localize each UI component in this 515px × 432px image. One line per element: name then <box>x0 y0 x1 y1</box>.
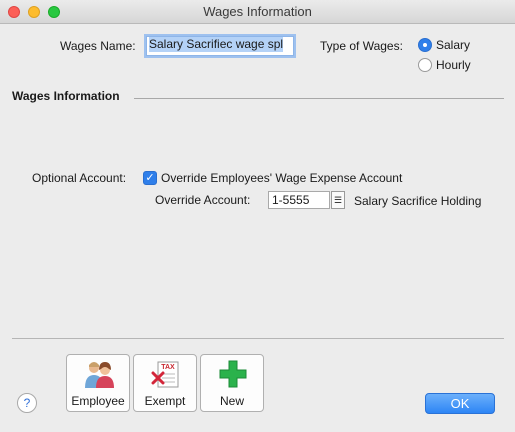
section-heading: Wages Information <box>12 89 120 103</box>
hourly-radio-label[interactable]: Hourly <box>436 58 471 72</box>
wages-name-value: Salary Sacrifiec wage spl <box>149 37 284 52</box>
type-of-wages-label: Type of Wages: <box>320 39 403 53</box>
window-title: Wages Information <box>203 4 312 19</box>
hourly-radio[interactable] <box>418 58 432 72</box>
salary-radio[interactable] <box>418 38 432 52</box>
title-bar: Wages Information <box>0 0 515 24</box>
salary-radio-label[interactable]: Salary <box>436 38 470 52</box>
override-checkbox[interactable]: ✓ <box>143 171 157 185</box>
employee-button[interactable]: Employee <box>66 354 130 412</box>
help-button[interactable]: ? <box>17 393 37 413</box>
optional-account-label: Optional Account: <box>32 171 127 185</box>
exempt-button-label: Exempt <box>144 394 186 408</box>
exempt-button[interactable]: TAX Exempt <box>133 354 197 412</box>
employees-icon <box>85 362 114 388</box>
bottom-divider <box>12 338 504 339</box>
tax-exempt-icon: TAX <box>151 361 179 388</box>
employee-button-label: Employee <box>71 394 125 408</box>
section-divider <box>134 98 504 99</box>
override-account-input[interactable]: 1-5555 <box>268 191 330 209</box>
account-lookup-button[interactable]: ☰ <box>331 191 345 209</box>
list-lookup-icon: ☰ <box>333 195 343 205</box>
override-checkbox-label[interactable]: Override Employees' Wage Expense Account <box>161 171 402 185</box>
wages-name-input[interactable]: Salary Sacrifiec wage spl <box>146 36 294 56</box>
account-name-text: Salary Sacrifice Holding <box>354 194 482 208</box>
plus-icon <box>219 360 247 388</box>
wages-name-label: Wages Name: <box>60 39 136 53</box>
new-button[interactable]: New <box>200 354 264 412</box>
ok-button[interactable]: OK <box>425 393 495 414</box>
override-account-label: Override Account: <box>155 193 251 207</box>
new-button-label: New <box>219 394 244 408</box>
tax-badge-text: TAX <box>161 364 175 371</box>
